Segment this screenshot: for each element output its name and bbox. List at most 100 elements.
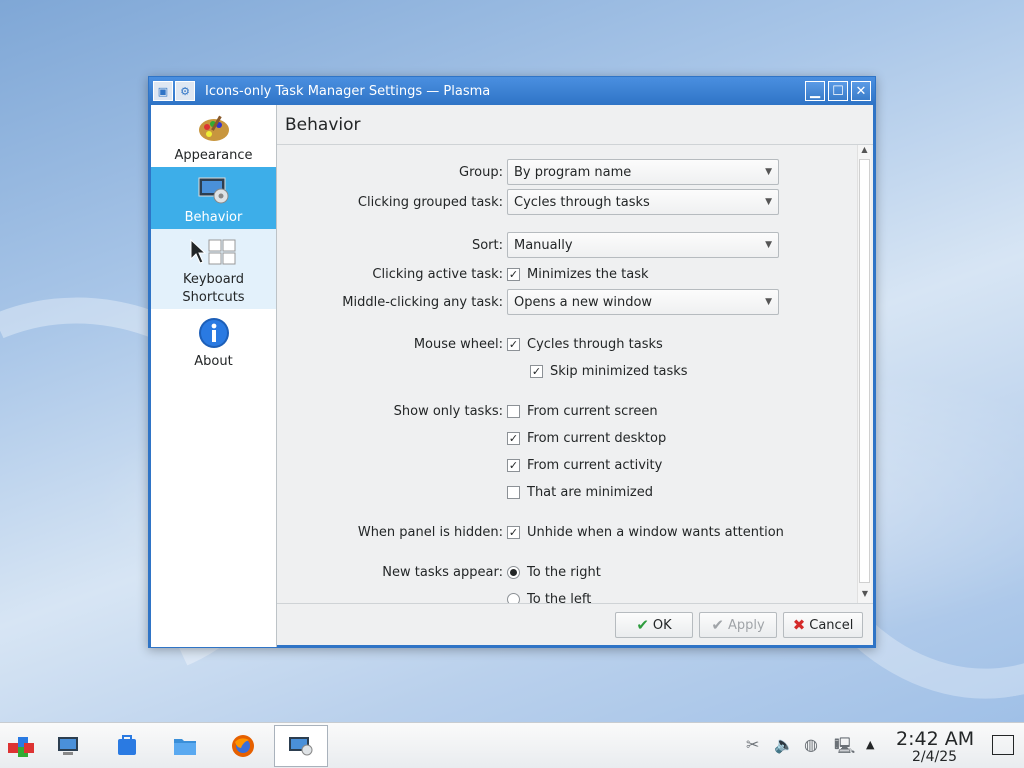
checkbox-checked[interactable]: ✓ — [507, 526, 520, 539]
settings-scroll-area[interactable]: Group: By program name ▼ Clicking groupe… — [277, 145, 873, 603]
settings-monitor-icon — [197, 175, 231, 205]
checkbox-label: From current desktop — [527, 431, 667, 446]
taskbar-task-settings-window[interactable] — [274, 725, 328, 767]
sidebar-item-behavior[interactable]: Behavior — [151, 167, 276, 229]
checkbox-checked[interactable]: ✓ — [530, 365, 543, 378]
middle-click-value: Opens a new window — [514, 294, 653, 310]
category-sidebar: Appearance Behavior Keyboard Shortcuts A… — [149, 105, 277, 647]
keyboard-icon — [189, 237, 239, 267]
that-are-minimized-checkbox[interactable]: That are minimized — [507, 485, 653, 500]
skip-minimized-checkbox[interactable]: ✓ Skip minimized tasks — [530, 364, 688, 379]
checkbox-checked[interactable]: ✓ — [507, 459, 520, 472]
settings-page: Behavior Group: By program name ▼ Clicki… — [277, 105, 875, 647]
tray-expand-icon[interactable]: ▲ — [866, 738, 874, 751]
checkbox-label: Cycles through tasks — [527, 337, 663, 352]
apply-button-label: Apply — [727, 617, 765, 633]
new-tasks-label: New tasks appear: — [382, 565, 503, 580]
unhide-attention-checkbox[interactable]: ✓ Unhide when a window wants attention — [507, 525, 784, 540]
sidebar-item-appearance[interactable]: Appearance — [151, 105, 276, 167]
show-only-label: Show only tasks: — [393, 404, 503, 419]
file-manager-icon[interactable] — [168, 729, 202, 763]
checkbox-label: Minimizes the task — [527, 267, 649, 282]
dialog-button-bar: ✔ OK ✔ Apply ✖ Cancel — [277, 603, 873, 645]
info-icon — [198, 317, 230, 349]
middle-click-label: Middle-clicking any task: — [342, 295, 503, 310]
sidebar-item-label: About — [194, 354, 233, 369]
scrollbar-thumb[interactable] — [859, 159, 870, 583]
checkbox-label: From current activity — [527, 458, 663, 473]
scroll-down-icon[interactable]: ▼ — [858, 589, 872, 603]
mouse-wheel-checkbox[interactable]: ✓ Cycles through tasks — [507, 337, 663, 352]
middle-click-combo[interactable]: Opens a new window ▼ — [507, 289, 779, 315]
show-desktop-icon[interactable] — [992, 735, 1014, 755]
ok-button[interactable]: ✔ OK — [615, 612, 693, 638]
scroll-up-icon[interactable]: ▲ — [858, 145, 871, 159]
from-current-activity-checkbox[interactable]: ✓ From current activity — [507, 458, 662, 473]
mouse-wheel-label: Mouse wheel: — [413, 337, 503, 352]
clicking-grouped-value: Cycles through tasks — [514, 194, 650, 210]
firefox-icon[interactable] — [226, 729, 260, 763]
minimize-icon[interactable]: ▁ — [805, 81, 825, 101]
system-settings-icon[interactable] — [52, 729, 86, 763]
vertical-scrollbar[interactable]: ▲ ▼ — [857, 145, 871, 603]
page-title: Behavior — [277, 105, 873, 145]
cancel-button[interactable]: ✖ Cancel — [783, 612, 863, 638]
volume-icon[interactable]: 🔈 — [774, 735, 794, 754]
ok-button-label: OK — [652, 617, 672, 633]
clipboard-scissors-icon[interactable]: ✂ — [746, 735, 759, 754]
sidebar-item-label: Appearance — [174, 148, 253, 163]
sidebar-item-about[interactable]: About — [151, 309, 276, 371]
checkbox-unchecked[interactable] — [507, 405, 520, 418]
chevron-down-icon: ▼ — [765, 240, 772, 250]
to-the-right-radio[interactable]: To the right — [507, 565, 601, 580]
window-title: Icons-only Task Manager Settings — Plasm… — [205, 83, 491, 99]
cancel-x-icon: ✖ — [792, 616, 806, 634]
checkbox-checked[interactable]: ✓ — [507, 268, 520, 281]
group-combo[interactable]: By program name ▼ — [507, 159, 779, 185]
checkbox-label: From current screen — [527, 404, 658, 419]
group-label: Group: — [459, 165, 503, 180]
to-the-left-radio[interactable]: To the left — [507, 592, 591, 603]
chevron-down-icon: ▼ — [765, 167, 772, 177]
clicking-active-label: Clicking active task: — [372, 267, 503, 282]
from-current-screen-checkbox[interactable]: From current screen — [507, 404, 658, 419]
taskbar: ✂ 🔈 ◍ 🖳 ▲ 2:42 AM 2/4/25 — [0, 722, 1024, 768]
clicking-grouped-label: Clicking grouped task: — [357, 195, 503, 210]
checkmark-icon: ✔ — [711, 616, 724, 634]
radio-selected[interactable] — [507, 566, 520, 579]
maximize-icon[interactable]: ☐ — [828, 81, 848, 101]
radio-label: To the left — [527, 592, 592, 603]
network-wired-icon[interactable]: 🖳 — [834, 735, 855, 762]
settings-window: ▣ ⚙ Icons-only Task Manager Settings — P… — [148, 76, 876, 648]
apply-button[interactable]: ✔ Apply — [699, 612, 777, 638]
sidebar-item-keyboard-shortcuts[interactable]: Keyboard Shortcuts — [151, 229, 276, 309]
network-globe-icon[interactable]: ◍ — [804, 735, 818, 754]
close-icon[interactable]: ✕ — [851, 81, 871, 101]
minimizes-task-checkbox[interactable]: ✓ Minimizes the task — [507, 267, 649, 282]
sort-combo-value: Manually — [514, 237, 573, 253]
radio-unselected[interactable] — [507, 593, 520, 603]
palette-icon — [197, 113, 231, 143]
sort-label: Sort: — [471, 238, 503, 253]
clock-date[interactable]: 2/4/25 — [912, 749, 957, 765]
from-current-desktop-checkbox[interactable]: ✓ From current desktop — [507, 431, 666, 446]
sidebar-item-label: Behavior — [184, 210, 243, 225]
checkbox-unchecked[interactable] — [507, 486, 520, 499]
software-center-icon[interactable] — [110, 729, 144, 763]
chevron-down-icon: ▼ — [765, 297, 772, 307]
chevron-down-icon: ▼ — [765, 197, 772, 207]
sidebar-item-label: Keyboard Shortcuts — [182, 272, 245, 305]
radio-label: To the right — [527, 565, 601, 580]
group-combo-value: By program name — [514, 164, 632, 180]
checkbox-checked[interactable]: ✓ — [507, 338, 520, 351]
clicking-grouped-combo[interactable]: Cycles through tasks ▼ — [507, 189, 779, 215]
app-icon[interactable]: ▣ — [153, 81, 173, 101]
sort-combo[interactable]: Manually ▼ — [507, 232, 779, 258]
checkmark-icon: ✔ — [636, 616, 649, 634]
pin-icon[interactable]: ⚙ — [175, 81, 195, 101]
title-bar[interactable]: ▣ ⚙ Icons-only Task Manager Settings — P… — [149, 77, 875, 105]
cancel-button-label: Cancel — [809, 617, 854, 633]
clock-time[interactable]: 2:42 AM — [896, 728, 974, 750]
checkbox-checked[interactable]: ✓ — [507, 432, 520, 445]
application-launcher-icon[interactable] — [4, 729, 38, 763]
